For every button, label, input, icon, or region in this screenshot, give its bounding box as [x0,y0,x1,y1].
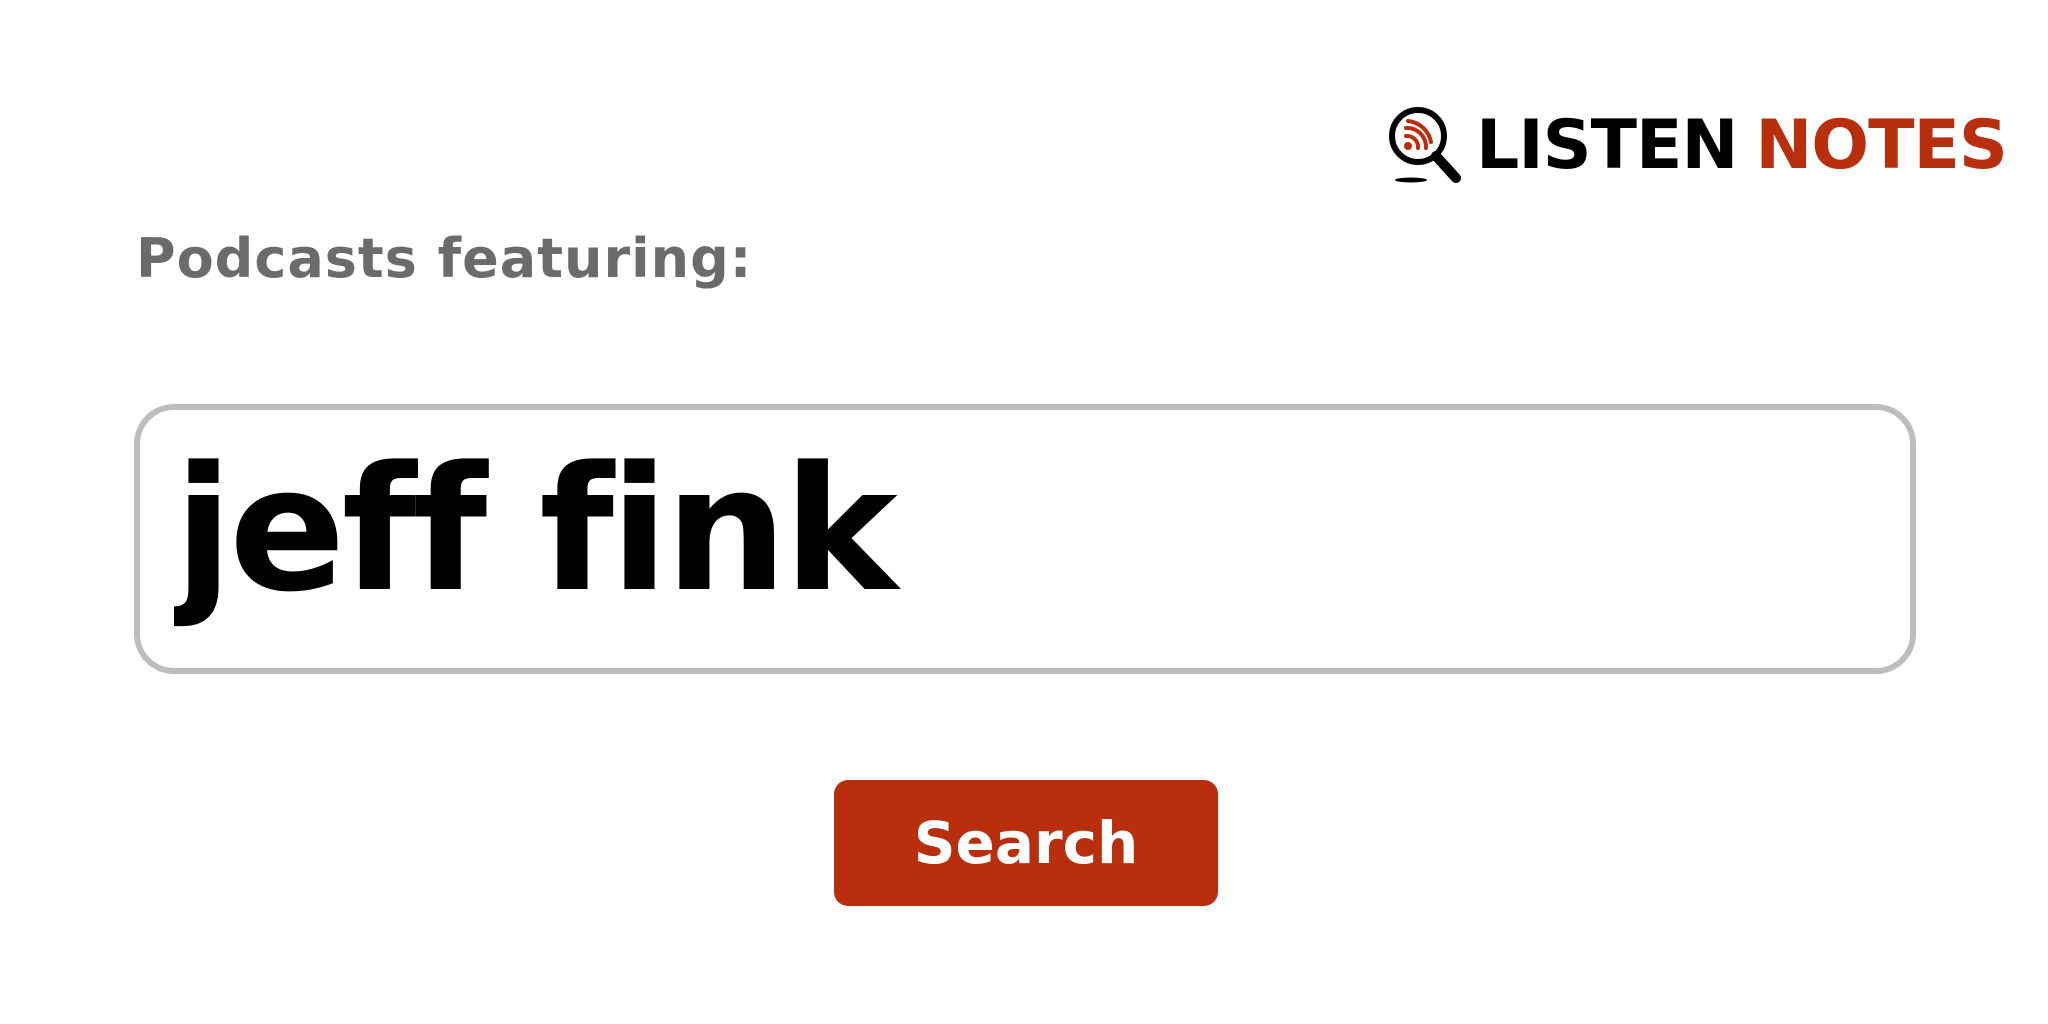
logo-word-listen: LISTEN [1476,106,1738,185]
listen-notes-logo[interactable]: LISTEN NOTES [1384,104,2008,188]
page-heading: Podcasts featuring: [136,227,753,290]
magnifier-rss-icon [1389,107,1461,183]
logo-word-notes: NOTES [1755,106,2008,185]
search-button[interactable]: Search [834,780,1218,906]
page: LISTEN NOTES Podcasts featuring: Search [0,0,2048,1024]
search-box [134,404,1916,674]
search-input[interactable] [140,410,1910,668]
logo-wordmark: LISTEN NOTES [1476,106,2008,185]
